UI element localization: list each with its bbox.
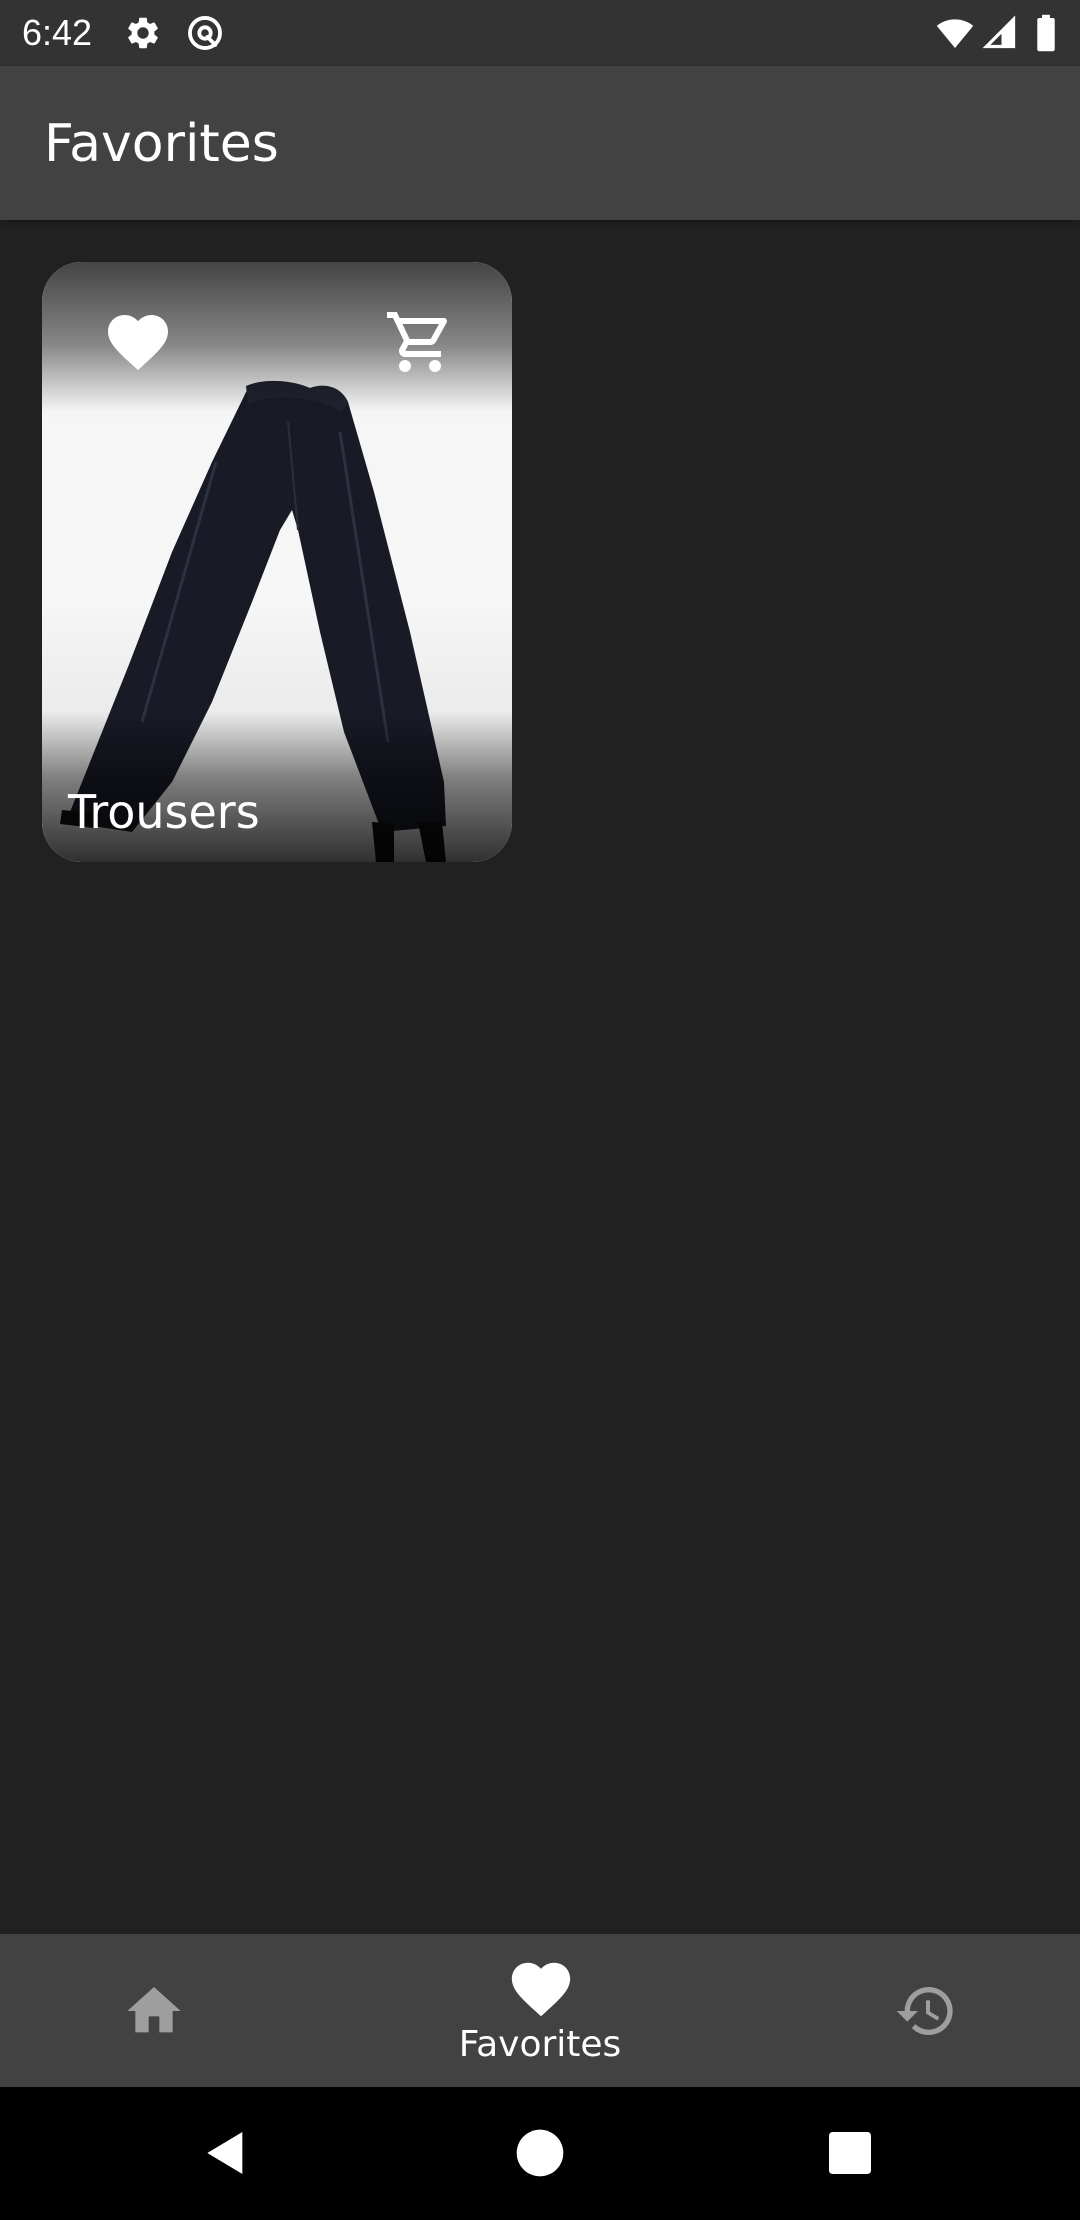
home-button[interactable] (512, 2125, 568, 2181)
cart-icon (384, 306, 456, 378)
back-icon (198, 2125, 254, 2181)
favorites-grid: Trousers (0, 220, 1080, 1934)
battery-icon (1034, 14, 1058, 52)
gear-icon (124, 14, 162, 52)
cell-signal-icon (982, 14, 1018, 52)
history-icon (894, 1979, 958, 2043)
favorite-toggle-button[interactable] (102, 306, 174, 378)
nav-item-home[interactable] (0, 1934, 360, 2087)
add-to-cart-button[interactable] (384, 306, 456, 378)
back-button[interactable] (198, 2125, 254, 2181)
nav-item-history[interactable] (720, 1934, 1080, 2087)
heart-icon (102, 306, 174, 378)
heart-icon (506, 1954, 576, 2024)
status-bar: 6:42 (0, 0, 1080, 66)
page-title: Favorites (44, 114, 279, 174)
recents-button[interactable] (822, 2125, 878, 2181)
home-circle-icon (512, 2125, 568, 2181)
nav-item-favorites[interactable]: Favorites (360, 1934, 720, 2087)
bottom-navigation: Favorites (0, 1934, 1080, 2087)
system-navigation-bar (0, 2087, 1080, 2220)
wifi-icon (934, 14, 976, 52)
status-time: 6:42 (22, 12, 93, 53)
app-bar: Favorites (0, 66, 1080, 220)
at-sign-icon (186, 14, 224, 52)
product-title: Trousers (68, 785, 260, 839)
home-icon (122, 1979, 186, 2043)
nav-label-favorites: Favorites (458, 2024, 622, 2065)
product-card[interactable]: Trousers (42, 262, 512, 862)
recents-icon (822, 2125, 878, 2181)
